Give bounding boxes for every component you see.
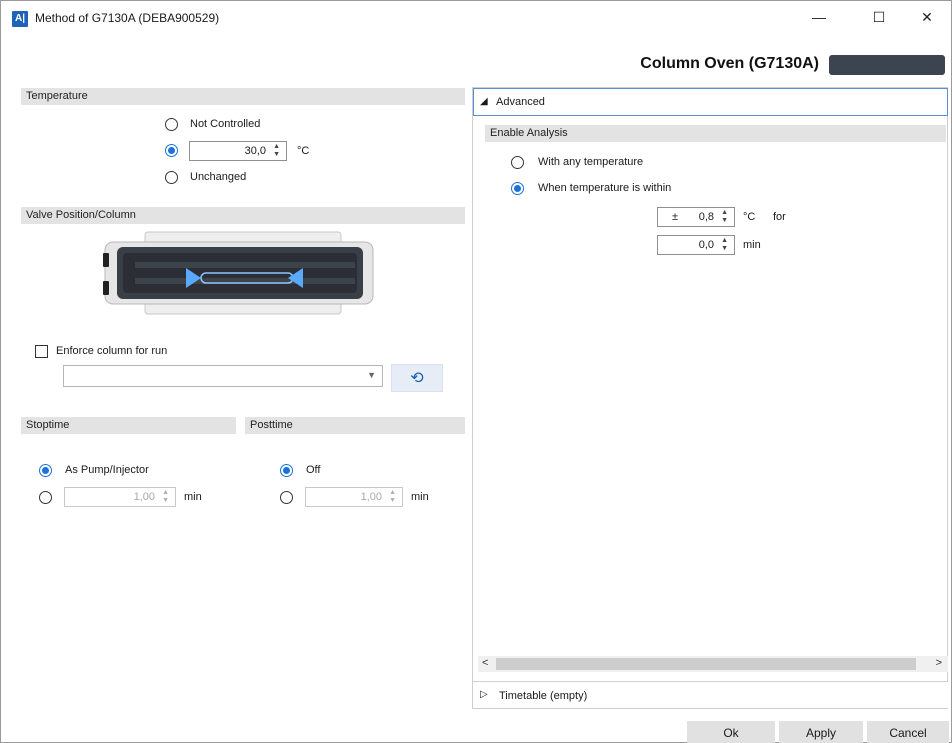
device-title: Column Oven (G7130A) — [640, 55, 819, 72]
scroll-left-icon[interactable]: < — [482, 657, 488, 669]
stoptime-as-pump-radio[interactable] — [39, 464, 52, 477]
refresh-icon: ⟲ — [410, 370, 424, 387]
temperature-section-header: Temperature — [21, 88, 465, 105]
any-temperature-radio[interactable] — [511, 156, 524, 169]
hold-time-unit: min — [743, 239, 761, 251]
posttime-off-radio[interactable] — [280, 464, 293, 477]
tolerance-input[interactable]: ± 0,8 ▲ ▼ — [657, 207, 735, 227]
chevron-down-icon[interactable]: ▼ — [367, 370, 376, 380]
within-temperature-radio[interactable] — [511, 182, 524, 195]
close-button[interactable]: ✕ — [905, 1, 949, 33]
stoptime-input[interactable]: 1,00 ▲ ▼ — [64, 487, 176, 507]
stoptime-value-radio[interactable] — [39, 491, 52, 504]
spin-arrows-icon[interactable]: ▲ ▼ — [162, 489, 169, 505]
stoptime-section-header: Stoptime — [21, 417, 236, 434]
enforce-column-checkbox[interactable] — [35, 345, 48, 358]
method-dialog: A| Method of G7130A (DEBA900529) — ☐ ✕ C… — [0, 0, 952, 743]
temperature-input[interactable]: 30,0 ▲ ▼ — [189, 141, 287, 161]
spin-arrows-icon[interactable]: ▲ ▼ — [721, 209, 728, 225]
maximize-button[interactable]: ☐ — [857, 1, 901, 33]
title-bar: A| Method of G7130A (DEBA900529) — ☐ ✕ — [1, 1, 951, 37]
scrollbar-thumb[interactable] — [496, 658, 916, 670]
advanced-expander[interactable]: ◢ Advanced — [473, 88, 948, 116]
stoptime-as-pump-label: As Pump/Injector — [65, 464, 149, 476]
timetable-label: Timetable (empty) — [499, 690, 588, 702]
spin-arrows-icon[interactable]: ▲ ▼ — [273, 143, 280, 159]
device-status-badge — [829, 55, 945, 75]
cancel-button[interactable]: Cancel — [867, 721, 949, 743]
window-title: Method of G7130A (DEBA900529) — [35, 11, 220, 25]
stoptime-unit: min — [184, 491, 202, 503]
temp-not-controlled-label: Not Controlled — [190, 118, 261, 130]
enforce-column-label: Enforce column for run — [56, 345, 168, 357]
posttime-unit: min — [411, 491, 429, 503]
minimize-button[interactable]: — — [797, 1, 841, 33]
temp-unchanged-label: Unchanged — [190, 171, 247, 183]
device-header: Column Oven (G7130A) — [1, 37, 951, 87]
ok-button[interactable]: Ok — [687, 721, 775, 743]
posttime-input[interactable]: 1,00 ▲ ▼ — [305, 487, 403, 507]
advanced-label: Advanced — [496, 96, 545, 108]
within-temperature-label: When temperature is within — [538, 182, 672, 194]
for-label: for — [773, 211, 786, 223]
tolerance-unit: °C — [743, 211, 756, 223]
posttime-value-radio[interactable] — [280, 491, 293, 504]
column-valve-graphic[interactable] — [101, 231, 377, 315]
app-logo-icon: A| — [12, 11, 28, 27]
timetable-expander[interactable]: ▷ Timetable (empty) — [473, 681, 948, 708]
temperature-unit: °C — [297, 145, 310, 157]
refresh-button[interactable]: ⟲ — [391, 364, 443, 392]
plusminus-label: ± — [672, 211, 679, 223]
temp-not-controlled-radio[interactable] — [165, 118, 178, 131]
apply-button[interactable]: Apply — [779, 721, 863, 743]
scroll-right-icon[interactable]: > — [936, 657, 942, 669]
spin-arrows-icon[interactable]: ▲ ▼ — [389, 489, 396, 505]
spin-arrows-icon[interactable]: ▲ ▼ — [721, 237, 728, 253]
collapse-triangle-icon: ◢ — [480, 96, 488, 107]
posttime-section-header: Posttime — [245, 417, 465, 434]
valve-section-header: Valve Position/Column — [21, 207, 465, 224]
column-select[interactable]: ▼ — [63, 365, 383, 387]
temp-unchanged-radio[interactable] — [165, 171, 178, 184]
hold-time-input[interactable]: 0,0 ▲ ▼ — [657, 235, 735, 255]
any-temperature-label: With any temperature — [538, 156, 644, 168]
posttime-off-label: Off — [306, 464, 321, 476]
expand-triangle-icon: ▷ — [480, 689, 488, 700]
enable-analysis-section-header: Enable Analysis — [485, 125, 946, 142]
advanced-panel — [472, 87, 948, 709]
horizontal-scrollbar[interactable]: < > — [478, 656, 948, 672]
temp-value-radio[interactable] — [165, 144, 178, 157]
